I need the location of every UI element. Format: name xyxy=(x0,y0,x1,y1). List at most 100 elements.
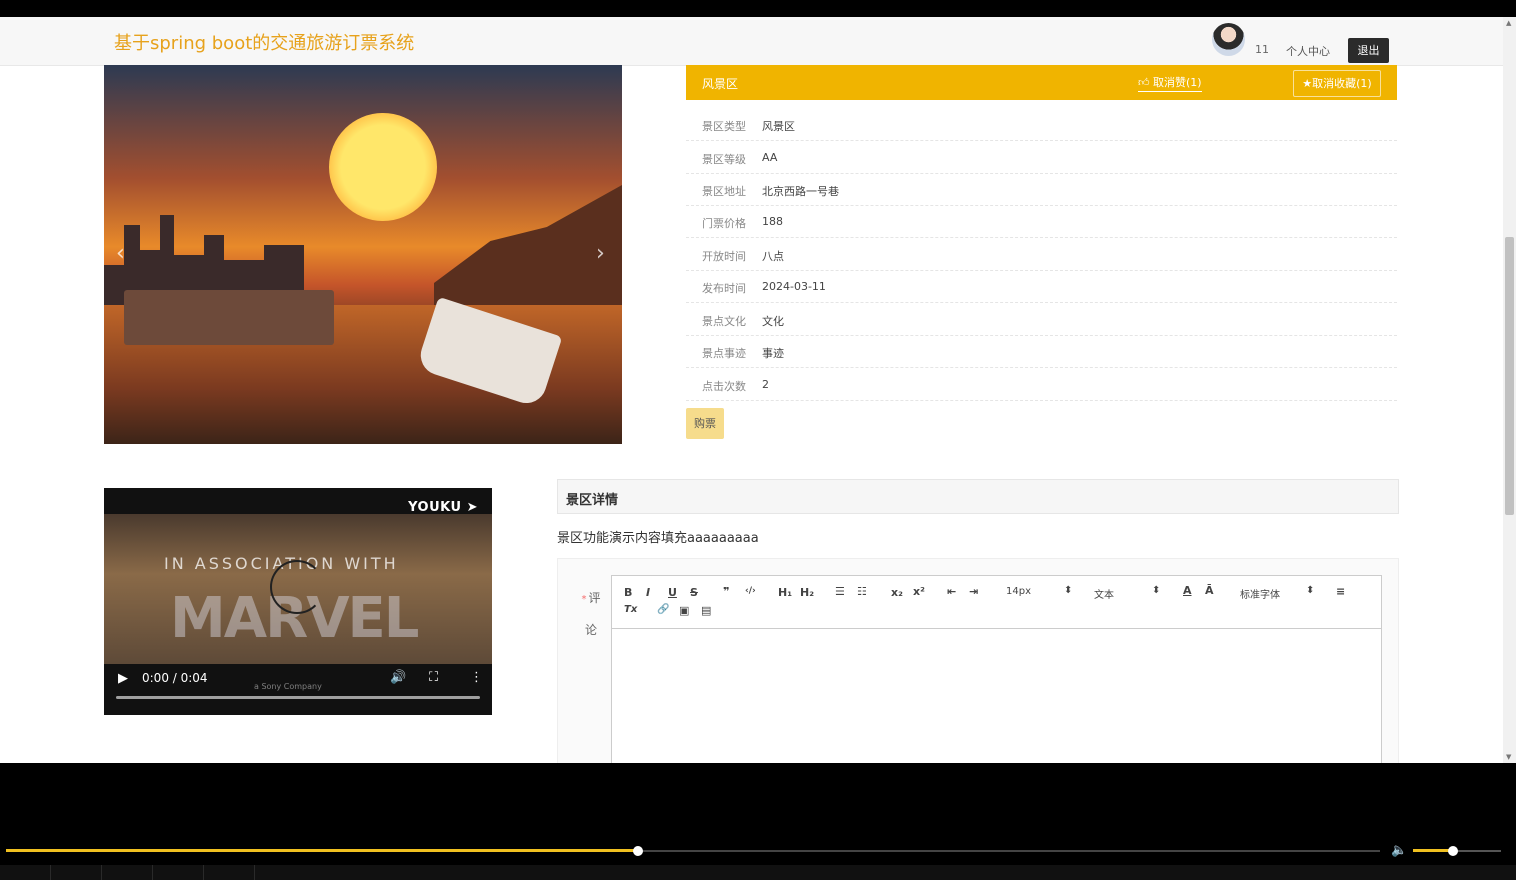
detail-row: 景区等级 AA xyxy=(686,141,1397,174)
align-icon[interactable]: ≡ xyxy=(1336,585,1345,598)
detail-value: 188 xyxy=(762,215,783,228)
link-icon[interactable]: 🔗 xyxy=(657,604,669,615)
video-overlay-subtext: a Sony Company xyxy=(254,682,322,691)
detail-label: 景点文化 xyxy=(702,315,746,328)
fullscreen-icon[interactable]: ⛶ xyxy=(429,670,438,685)
bullet-list-icon[interactable]: ☷ xyxy=(857,585,867,598)
underline-icon[interactable]: U xyxy=(668,586,677,599)
more-options-icon[interactable]: ⋮ xyxy=(470,670,483,685)
detail-section-title: 景区详情 xyxy=(566,493,619,508)
image-icon[interactable]: ▣ xyxy=(679,604,689,617)
header-1-icon[interactable]: H₁ xyxy=(778,586,792,599)
media-player-bar: 🔈 xyxy=(0,763,1516,880)
player-seek-progress xyxy=(6,849,638,852)
taskbar-cell[interactable] xyxy=(0,865,51,880)
volume-icon[interactable]: 🔊 xyxy=(390,670,406,685)
detail-value: AA xyxy=(762,151,778,164)
editor-toolbar: B I U S ❞ ‹/› H₁ H₂ ☰ ☷ x₂ x² ⇤ ⇥ 14px ⬍… xyxy=(612,576,1381,629)
video-progress-bar[interactable] xyxy=(116,696,480,699)
bold-icon[interactable]: B xyxy=(624,586,632,599)
required-mark: * xyxy=(581,594,587,605)
spot-header-bar: 风景区 👍︎ 取消赞(1) ★取消收藏(1) xyxy=(686,65,1397,100)
carousel-image-dock xyxy=(124,290,334,345)
detail-label: 景区等级 xyxy=(702,153,746,166)
background-color-icon[interactable]: Ā xyxy=(1205,584,1214,597)
font-size-select[interactable]: 14px xyxy=(1006,586,1031,597)
player-volume-level xyxy=(1413,849,1453,852)
scroll-up-icon[interactable]: ▲ xyxy=(1506,19,1511,27)
username: 11 xyxy=(1255,43,1269,56)
detail-row: 景区类型 风景区 xyxy=(686,108,1397,141)
indent-icon[interactable]: ⇥ xyxy=(969,585,978,598)
header-select[interactable]: 文本 xyxy=(1094,586,1114,601)
detail-value: 事迹 xyxy=(762,347,784,360)
unlike-button[interactable]: 👍︎ 取消赞(1) xyxy=(1138,74,1202,92)
personal-center-link[interactable]: 个人中心 xyxy=(1286,43,1330,59)
detail-label: 开放时间 xyxy=(702,250,746,263)
detail-row: 发布时间 2024-03-11 xyxy=(686,270,1397,303)
spot-name: 风景区 xyxy=(702,77,739,91)
comment-label: * 评论 xyxy=(580,583,602,645)
detail-label: 发布时间 xyxy=(702,282,746,295)
clear-format-icon[interactable]: Tx xyxy=(624,604,637,615)
detail-row: 门票价格 188 xyxy=(686,205,1397,238)
player-seek-handle[interactable] xyxy=(633,846,643,856)
detail-label: 门票价格 xyxy=(702,217,746,230)
detail-value: 风景区 xyxy=(762,120,795,133)
site-title[interactable]: 基于spring boot的交通旅游订票系统 xyxy=(114,29,414,55)
taskbar-cell[interactable] xyxy=(102,865,153,880)
outdent-icon[interactable]: ⇤ xyxy=(947,585,956,598)
avatar[interactable] xyxy=(1212,23,1245,56)
chevron-updown-icon: ⬍ xyxy=(1152,585,1161,596)
taskbar-cell[interactable] xyxy=(204,865,255,880)
chevron-left-icon[interactable]: ‹ xyxy=(116,241,125,266)
taskbar-cell[interactable] xyxy=(153,865,204,880)
italic-icon[interactable]: I xyxy=(646,586,650,599)
player-volume-handle[interactable] xyxy=(1448,846,1458,856)
detail-value: 2024-03-11 xyxy=(762,280,826,293)
detail-value: 八点 xyxy=(762,250,784,263)
video-icon[interactable]: ▤ xyxy=(701,604,711,617)
video-brand-logo: YOUKU ➤ xyxy=(408,500,478,515)
taskbar-strip xyxy=(0,865,1516,880)
superscript-icon[interactable]: x² xyxy=(913,585,925,598)
ordered-list-icon[interactable]: ☰ xyxy=(835,585,845,598)
comment-form: * 评论 B I U S ❞ ‹/› H₁ H₂ ☰ ☷ x₂ x² ⇤ ⇥ 14… xyxy=(557,558,1399,763)
detail-label: 景区地址 xyxy=(702,185,746,198)
site-header: 基于spring boot的交通旅游订票系统 11 个人中心 退出 xyxy=(0,17,1503,66)
comment-label-text: 评论 xyxy=(584,591,601,637)
font-color-icon[interactable]: A xyxy=(1183,584,1192,597)
scroll-down-icon[interactable]: ▼ xyxy=(1506,753,1511,761)
loading-spinner-icon xyxy=(270,560,324,614)
detail-row: 景点文化 文化 xyxy=(686,303,1397,336)
carousel-image-sun xyxy=(329,113,437,221)
image-carousel[interactable]: ‹ › xyxy=(104,65,622,444)
page-scrollbar[interactable]: ▲ ▼ xyxy=(1503,17,1516,763)
font-family-select[interactable]: 标准字体 xyxy=(1240,586,1280,601)
chevron-updown-icon: ⬍ xyxy=(1306,585,1315,596)
subscript-icon[interactable]: x₂ xyxy=(891,586,903,599)
thumbs-up-icon: 👍︎ xyxy=(1138,76,1153,89)
scrollbar-thumb[interactable] xyxy=(1505,237,1514,515)
video-time: 0:00 / 0:04 xyxy=(142,671,208,685)
detail-section-content: 景区功能演示内容填充aaaaaaaaa xyxy=(557,531,759,546)
strikethrough-icon[interactable]: S xyxy=(690,586,698,599)
rich-text-editor[interactable]: B I U S ❞ ‹/› H₁ H₂ ☰ ☷ x₂ x² ⇤ ⇥ 14px ⬍… xyxy=(611,575,1382,763)
detail-row: 景区地址 北京西路一号巷 xyxy=(686,173,1397,206)
detail-value: 2 xyxy=(762,378,769,391)
video-player[interactable]: IN ASSOCIATION WITH MARVEL a Sony Compan… xyxy=(104,488,492,715)
detail-value: 北京西路一号巷 xyxy=(762,185,839,198)
chevron-updown-icon: ⬍ xyxy=(1064,585,1073,596)
buy-ticket-button[interactable]: 购票 xyxy=(686,408,724,439)
header-2-icon[interactable]: H₂ xyxy=(800,586,814,599)
detail-row: 点击次数 2 xyxy=(686,368,1397,401)
taskbar-cell[interactable] xyxy=(51,865,102,880)
blockquote-icon[interactable]: ❞ xyxy=(723,585,729,598)
logout-button[interactable]: 退出 xyxy=(1348,38,1389,63)
chevron-right-icon[interactable]: › xyxy=(596,241,605,266)
unlike-label: 取消赞(1) xyxy=(1153,76,1202,89)
unfavorite-button[interactable]: ★取消收藏(1) xyxy=(1293,70,1381,97)
code-block-icon[interactable]: ‹/› xyxy=(745,586,756,596)
play-icon[interactable]: ▶ xyxy=(118,671,128,686)
speaker-icon[interactable]: 🔈 xyxy=(1391,843,1407,858)
